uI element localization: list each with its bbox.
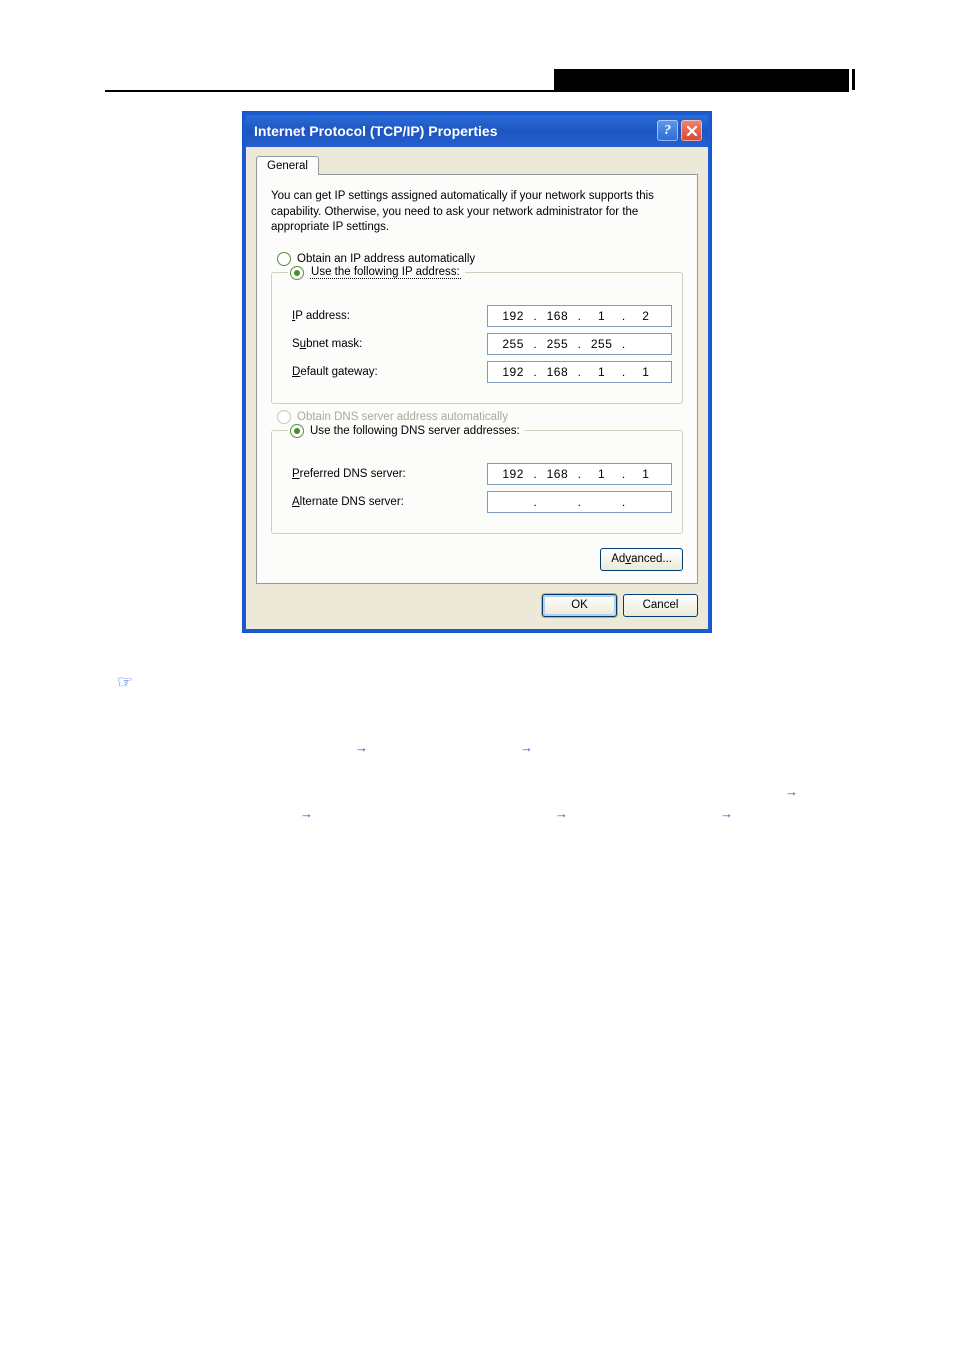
arrow-icon: → [520,740,533,755]
tcpip-properties-dialog: Internet Protocol (TCP/IP) Properties ? … [243,112,711,632]
header-rule [105,90,849,92]
radio-label: Use the following IP address: [310,266,461,279]
arrow-icon: → [355,740,368,755]
subnet-mask-label: Subnet mask: [282,338,487,350]
arrow-icon: → [300,806,313,821]
radio-label: Use the following DNS server addresses: [310,425,520,437]
close-button[interactable] [681,120,702,141]
titlebar[interactable]: Internet Protocol (TCP/IP) Properties ? [246,115,708,147]
radio-icon [277,252,291,266]
alternate-dns-input[interactable]: . . . [487,491,672,513]
radio-use-ip[interactable]: Use the following IP address: [288,266,465,280]
hand-pointer-icon: ☞ [117,672,133,693]
cancel-button[interactable]: Cancel [623,594,698,617]
dns-fieldset: Use the following DNS server addresses: … [271,430,683,534]
preferred-dns-input[interactable]: 192. 168. 1. 1 [487,463,672,485]
dialog-title: Internet Protocol (TCP/IP) Properties [254,123,497,139]
arrow-icon: → [720,806,733,821]
radio-obtain-ip-auto[interactable]: Obtain an IP address automatically [277,252,683,266]
tab-panel-general: You can get IP settings assigned automat… [256,174,698,584]
radio-label: Obtain DNS server address automatically [297,411,508,423]
default-gateway-label: Default gateway: [282,366,487,378]
preferred-dns-label: Preferred DNS server: [282,468,487,480]
default-gateway-input[interactable]: 192. 168. 1. 1 [487,361,672,383]
radio-icon [290,266,304,280]
help-button[interactable]: ? [657,120,678,141]
arrow-icon: → [785,784,798,799]
advanced-button[interactable]: Advanced... [600,548,683,571]
ip-fieldset: Use the following IP address: IP address… [271,272,683,404]
tab-general[interactable]: General [256,156,319,175]
header-black-bar-edge [852,69,855,90]
radio-icon [290,424,304,438]
radio-obtain-dns-auto: Obtain DNS server address automatically [277,410,683,424]
radio-label: Obtain an IP address automatically [297,253,475,265]
ip-address-label: IP address: [282,310,487,322]
ip-address-input[interactable]: 192. 168. 1. 2 [487,305,672,327]
radio-use-dns[interactable]: Use the following DNS server addresses: [288,424,524,438]
header-black-bar [554,69,849,90]
radio-icon [277,410,291,424]
arrow-icon: → [555,806,568,821]
alternate-dns-label: Alternate DNS server: [282,496,487,508]
ok-button[interactable]: OK [542,594,617,617]
description-text: You can get IP settings assigned automat… [271,189,683,236]
subnet-mask-input[interactable]: 255. 255. 255. [487,333,672,355]
